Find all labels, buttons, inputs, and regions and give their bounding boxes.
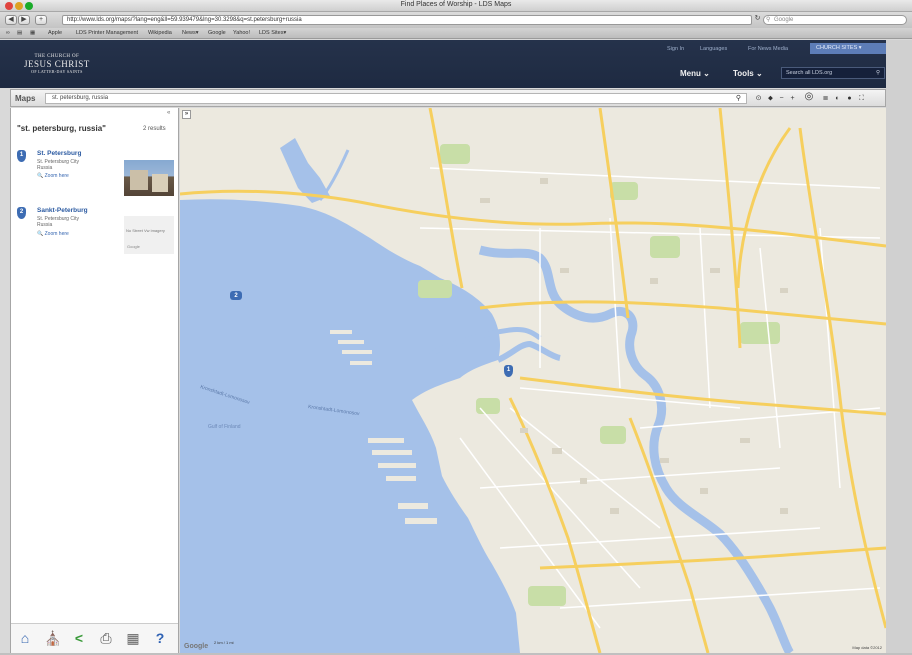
forward-button[interactable]: ▶	[18, 15, 30, 25]
bookmark-lds-sites[interactable]: LDS Sites▾	[259, 30, 286, 36]
menu-dropdown[interactable]: Menu ⌄	[680, 69, 710, 78]
zoom-here-label: Zoom here	[44, 231, 69, 237]
church-logo[interactable]: THE CHURCH OF JESUS CHRIST OF LATTER-DAY…	[24, 54, 90, 74]
zoom-here-link[interactable]: 🔍 Zoom here	[37, 231, 69, 237]
bookmark-wikipedia[interactable]: Wikipedia	[148, 30, 172, 36]
print-icon[interactable]: ⎙	[98, 630, 114, 646]
street-view-thumbnail[interactable]	[124, 160, 174, 196]
back-button[interactable]: ◀	[5, 15, 17, 25]
zoom-out-icon[interactable]: −	[777, 94, 786, 103]
pan-control-icon[interactable]: ◎	[801, 92, 817, 102]
search-icon[interactable]: ⚲	[734, 94, 743, 103]
zoom-in-icon[interactable]: +	[788, 94, 797, 103]
reload-icon[interactable]: ↻	[754, 15, 761, 25]
help-icon[interactable]: ?	[152, 630, 168, 646]
reading-list-icon[interactable]: ∞	[6, 30, 10, 36]
window-title: Find Places of Worship - LDS Maps	[400, 1, 512, 8]
top-sites-icon[interactable]: ▤	[17, 30, 22, 36]
gulf-label: Gulf of Finland	[208, 424, 241, 430]
news-media-link[interactable]: For News Media	[748, 46, 788, 52]
search-icon[interactable]: ⚲	[876, 68, 880, 78]
bookmarks-grid-icon[interactable]: ▦	[30, 30, 35, 36]
pin-icon[interactable]: ⬥	[766, 94, 775, 103]
building-shape	[152, 174, 168, 192]
marker-icon: 2	[17, 207, 26, 219]
site-header: THE CHURCH OF JESUS CHRIST OF LATTER-DAY…	[0, 40, 912, 88]
bookmarks-bar: ∞ ▤ ▦ Apple LDS Printer Management Wikip…	[0, 28, 912, 39]
marker-icon: 1	[17, 150, 26, 162]
maps-toolbar: Maps st. petersburg, russia ⚲ ⊙ ⬥ − + ◎ …	[10, 89, 886, 107]
layers-icon[interactable]: ≣	[821, 94, 830, 103]
home-location-icon[interactable]: ⊙	[754, 94, 763, 103]
street-view-panel: No Street Vw imagery Google	[124, 216, 174, 254]
web-search-placeholder: Google	[774, 17, 794, 23]
bookmark-yahoo[interactable]: Yahoo!	[233, 30, 250, 36]
results-sidebar: « "st. petersburg, russia" 2 results 1 S…	[10, 108, 179, 653]
bookmark-news[interactable]: News▾	[182, 30, 199, 36]
languages-link[interactable]: Languages	[700, 46, 727, 52]
street-view-note: No Street Vw imagery	[126, 228, 165, 233]
fullscreen-icon[interactable]: ⛶	[857, 94, 866, 103]
globe-icon[interactable]: ◐	[833, 94, 842, 103]
settings-icon[interactable]: ▦	[125, 630, 141, 646]
settings-icon[interactable]: ●	[845, 94, 854, 103]
logo-line-2: JESUS CHRIST	[24, 59, 90, 69]
zoom-icon: 🔍	[37, 173, 44, 179]
add-bookmark-button[interactable]: +	[35, 15, 47, 25]
results-count: 2 results	[143, 126, 166, 132]
collapse-sidebar-icon[interactable]: «	[167, 110, 170, 116]
address-bar[interactable]: http://www.lds.org/maps/?lang=eng&ll=59.…	[62, 15, 752, 25]
result-name[interactable]: Sankt-Peterburg	[37, 207, 88, 214]
page-margin	[886, 40, 912, 655]
sign-in-link[interactable]: Sign In	[667, 46, 684, 52]
map-drawing: Kronshtadt-Lomonosov Kronshtadt-Lomonoso…	[180, 108, 886, 653]
logo-line-3: OF LATTER-DAY SAINTS	[31, 69, 83, 74]
site-search-input[interactable]: Search all LDS.org ⚲	[781, 67, 885, 79]
web-search-field[interactable]: ⚲ Google	[763, 15, 907, 25]
building-shape	[130, 170, 148, 190]
browser-toolbar: ◀ ▶ + http://www.lds.org/maps/?lang=eng&…	[0, 12, 912, 28]
result-address-line: Russia	[37, 222, 53, 228]
zoom-here-link[interactable]: 🔍 Zoom here	[37, 173, 69, 179]
results-title: "st. petersburg, russia"	[17, 124, 106, 133]
expand-map-button[interactable]: »	[182, 110, 191, 119]
result-address-line: Russia	[37, 165, 53, 171]
maps-label: Maps	[15, 94, 36, 103]
result-name[interactable]: St. Petersburg	[37, 150, 81, 157]
tools-dropdown[interactable]: Tools ⌄	[733, 69, 763, 78]
screen: Find Places of Worship - LDS Maps ◀ ▶ + …	[0, 0, 912, 655]
scale-bar: 2 km / 1 mi	[214, 640, 234, 645]
home-icon[interactable]: ⌂	[17, 630, 33, 646]
map-marker-1[interactable]: 1	[504, 365, 513, 377]
google-logo[interactable]: Google	[184, 643, 208, 650]
search-icon: ⚲	[766, 17, 771, 23]
zoom-here-label: Zoom here	[44, 173, 69, 179]
church-sites-button[interactable]: CHURCH SITES ▾	[810, 43, 886, 54]
map-data-attribution[interactable]: Map data ©2012	[852, 645, 882, 650]
map-canvas[interactable]: Kronshtadt-Lomonosov Kronshtadt-Lomonoso…	[180, 108, 886, 653]
bookmark-lds-printer[interactable]: LDS Printer Management	[76, 30, 138, 36]
sidebar-footer: ⌂ ⛪ < ⎙ ▦ ?	[11, 623, 178, 653]
share-icon[interactable]: <	[71, 630, 87, 646]
street-view-brand: Google	[127, 244, 140, 249]
site-search-placeholder: Search all LDS.org	[786, 70, 833, 76]
zoom-icon: 🔍	[37, 231, 44, 237]
bookmark-google[interactable]: Google	[208, 30, 226, 36]
temple-icon[interactable]: ⛪	[44, 630, 61, 646]
bookmark-apple[interactable]: Apple	[48, 30, 62, 36]
map-marker-2[interactable]: 2	[230, 291, 242, 300]
window-titlebar: Find Places of Worship - LDS Maps	[0, 0, 912, 12]
map-search-input[interactable]: st. petersburg, russia	[45, 93, 747, 104]
